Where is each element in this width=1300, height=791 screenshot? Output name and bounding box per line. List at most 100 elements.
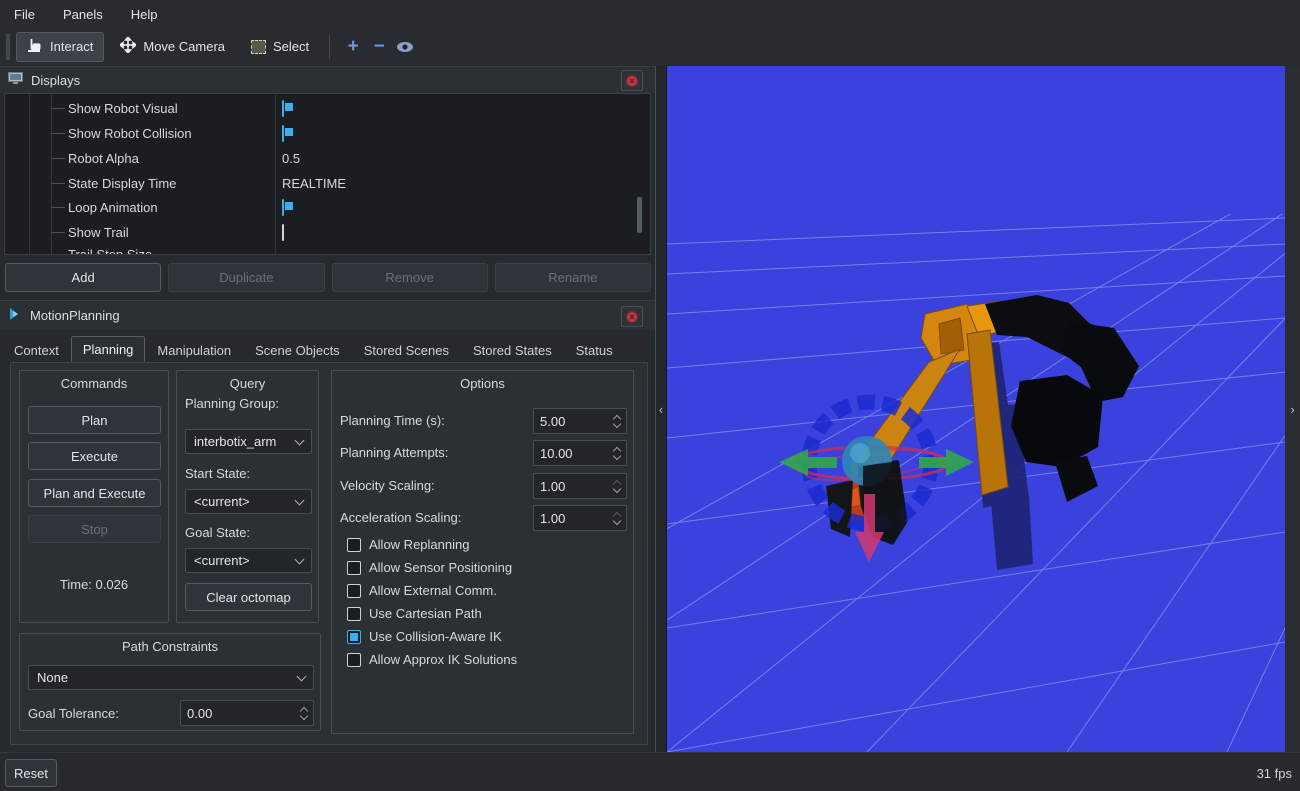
tab-planning[interactable]: Planning — [71, 336, 146, 362]
chevron-down-icon — [297, 671, 307, 681]
displays-button-row: Add Duplicate Remove Rename — [5, 263, 651, 292]
property-row-loop-animation[interactable]: Loop Animation — [5, 195, 650, 220]
move-arrows-icon — [120, 37, 136, 56]
status-bar: Reset 31 fps — [0, 752, 1300, 791]
path-constraints-combo[interactable]: None — [28, 665, 314, 690]
close-icon: × — [626, 75, 638, 87]
menu-file[interactable]: File — [0, 0, 49, 28]
plan-button[interactable]: Plan — [28, 406, 161, 434]
rviz-window: File Panels Help Interact Move Camera Se… — [0, 0, 1300, 791]
stop-button[interactable]: Stop — [28, 515, 161, 543]
moveit-chevron-icon — [8, 307, 22, 324]
toolbar-drag-handle[interactable] — [6, 34, 10, 60]
property-row-partial[interactable]: Trail Step Size — [5, 245, 650, 255]
zoom-out-button[interactable]: − — [366, 34, 392, 60]
sphere-highlight — [850, 443, 870, 463]
eye-visibility-button[interactable] — [392, 34, 418, 60]
allow-replanning-checkbox[interactable]: Allow Replanning — [347, 537, 469, 552]
interact-tool-label: Interact — [50, 39, 93, 54]
motion-planning-panel-header[interactable]: MotionPlanning × — [0, 300, 655, 330]
property-value[interactable]: 0.5 — [282, 151, 300, 166]
zoom-in-button[interactable]: + — [340, 34, 366, 60]
select-tool-button[interactable]: Select — [241, 32, 319, 62]
tab-stored-scenes[interactable]: Stored Scenes — [352, 338, 461, 362]
interact-tool-button[interactable]: Interact — [16, 32, 104, 62]
remove-display-button[interactable]: Remove — [332, 263, 488, 292]
acceleration-scaling-spinbox[interactable]: 1.00 — [533, 505, 627, 531]
move-camera-tool-button[interactable]: Move Camera — [110, 32, 235, 62]
spinner-arrows-icon[interactable] — [614, 416, 620, 427]
allow-approx-ik-solutions-checkbox[interactable]: Allow Approx IK Solutions — [347, 652, 517, 667]
checkbox-checked-icon[interactable] — [282, 100, 284, 117]
tab-stored-states[interactable]: Stored States — [461, 338, 564, 362]
property-row-show-robot-visual[interactable]: Show Robot Visual — [5, 96, 650, 121]
property-value[interactable]: REALTIME — [282, 176, 346, 191]
goal-tolerance-label: Goal Tolerance: — [28, 706, 119, 721]
spinner-arrows-icon[interactable] — [614, 448, 620, 459]
move-camera-tool-label: Move Camera — [143, 39, 225, 54]
scrollbar-thumb[interactable] — [637, 197, 642, 233]
tab-status[interactable]: Status — [564, 338, 625, 362]
planning-time-label: Planning Time (s): — [340, 413, 445, 428]
spinner-arrows-icon[interactable] — [614, 481, 620, 492]
3d-viewport[interactable] — [667, 66, 1285, 752]
panel-splitter-left[interactable]: ‹ — [655, 66, 667, 752]
checkbox-unchecked-icon — [347, 561, 361, 575]
tab-manipulation[interactable]: Manipulation — [145, 338, 243, 362]
checkbox-checked-icon[interactable] — [282, 125, 284, 142]
motion-planning-close-button[interactable]: × — [621, 306, 643, 327]
add-display-button[interactable]: Add — [5, 263, 161, 292]
toolbar-separator — [329, 35, 330, 59]
panel-splitter-right[interactable]: › — [1285, 66, 1300, 752]
checkbox-unchecked-icon — [347, 538, 361, 552]
use-cartesian-path-checkbox[interactable]: Use Cartesian Path — [347, 606, 482, 621]
displays-close-button[interactable]: × — [621, 70, 643, 91]
chevron-down-icon — [295, 435, 305, 445]
checkbox-unchecked-icon — [347, 653, 361, 667]
planning-attempts-label: Planning Attempts: — [340, 445, 448, 460]
start-state-combo[interactable]: <current> — [185, 489, 312, 514]
plan-and-execute-button[interactable]: Plan and Execute — [28, 479, 161, 507]
checkbox-unchecked-icon — [347, 584, 361, 598]
checkbox-unchecked-icon[interactable] — [282, 224, 284, 241]
use-collision-aware-ik-checkbox[interactable]: Use Collision-Aware IK — [347, 629, 502, 644]
selection-box-icon — [251, 40, 266, 54]
execute-button[interactable]: Execute — [28, 442, 161, 470]
menu-panels[interactable]: Panels — [49, 0, 117, 28]
planning-time-spinbox[interactable]: 5.00 — [533, 408, 627, 434]
menubar: File Panels Help — [0, 0, 1300, 28]
planning-attempts-spinbox[interactable]: 10.00 — [533, 440, 627, 466]
chevron-right-icon: › — [1290, 402, 1294, 417]
spinner-arrows-icon[interactable] — [614, 513, 620, 524]
monitor-icon — [8, 72, 23, 88]
duplicate-display-button[interactable]: Duplicate — [168, 263, 324, 292]
options-group: Options Planning Time (s): 5.00 Planning… — [331, 370, 634, 734]
property-row-robot-alpha[interactable]: Robot Alpha 0.5 — [5, 146, 650, 171]
goal-state-combo[interactable]: <current> — [185, 548, 312, 573]
property-row-state-display-time[interactable]: State Display Time REALTIME — [5, 171, 650, 196]
property-row-show-trail[interactable]: Show Trail — [5, 220, 650, 245]
displays-panel-header[interactable]: Displays × — [0, 66, 655, 93]
planning-tab-content: Commands Plan Execute Plan and Execute S… — [10, 362, 648, 745]
checkbox-unchecked-icon — [347, 607, 361, 621]
commands-group: Commands Plan Execute Plan and Execute S… — [19, 370, 169, 623]
allow-external-comm-checkbox[interactable]: Allow External Comm. — [347, 583, 497, 598]
checkbox-checked-icon — [347, 630, 361, 644]
menu-help[interactable]: Help — [117, 0, 172, 28]
spinner-arrows-icon[interactable] — [301, 708, 307, 719]
path-constraints-group: Path Constraints None Goal Tolerance: 0.… — [19, 633, 321, 731]
reset-button[interactable]: Reset — [5, 759, 57, 787]
allow-sensor-positioning-checkbox[interactable]: Allow Sensor Positioning — [347, 560, 512, 575]
rename-display-button[interactable]: Rename — [495, 263, 651, 292]
clear-octomap-button[interactable]: Clear octomap — [185, 583, 312, 611]
checkbox-checked-icon[interactable] — [282, 199, 284, 216]
close-icon: × — [626, 311, 638, 323]
tab-scene-objects[interactable]: Scene Objects — [243, 338, 352, 362]
tab-context[interactable]: Context — [2, 338, 71, 362]
velocity-scaling-spinbox[interactable]: 1.00 — [533, 473, 627, 499]
planning-group-combo[interactable]: interbotix_arm — [185, 429, 312, 454]
displays-property-tree[interactable]: Show Robot Visual Show Robot Collision R… — [4, 93, 651, 255]
property-row-show-robot-collision[interactable]: Show Robot Collision — [5, 121, 650, 146]
fps-counter: 31 fps — [1257, 766, 1292, 781]
goal-tolerance-spinbox[interactable]: 0.00 — [180, 700, 314, 726]
